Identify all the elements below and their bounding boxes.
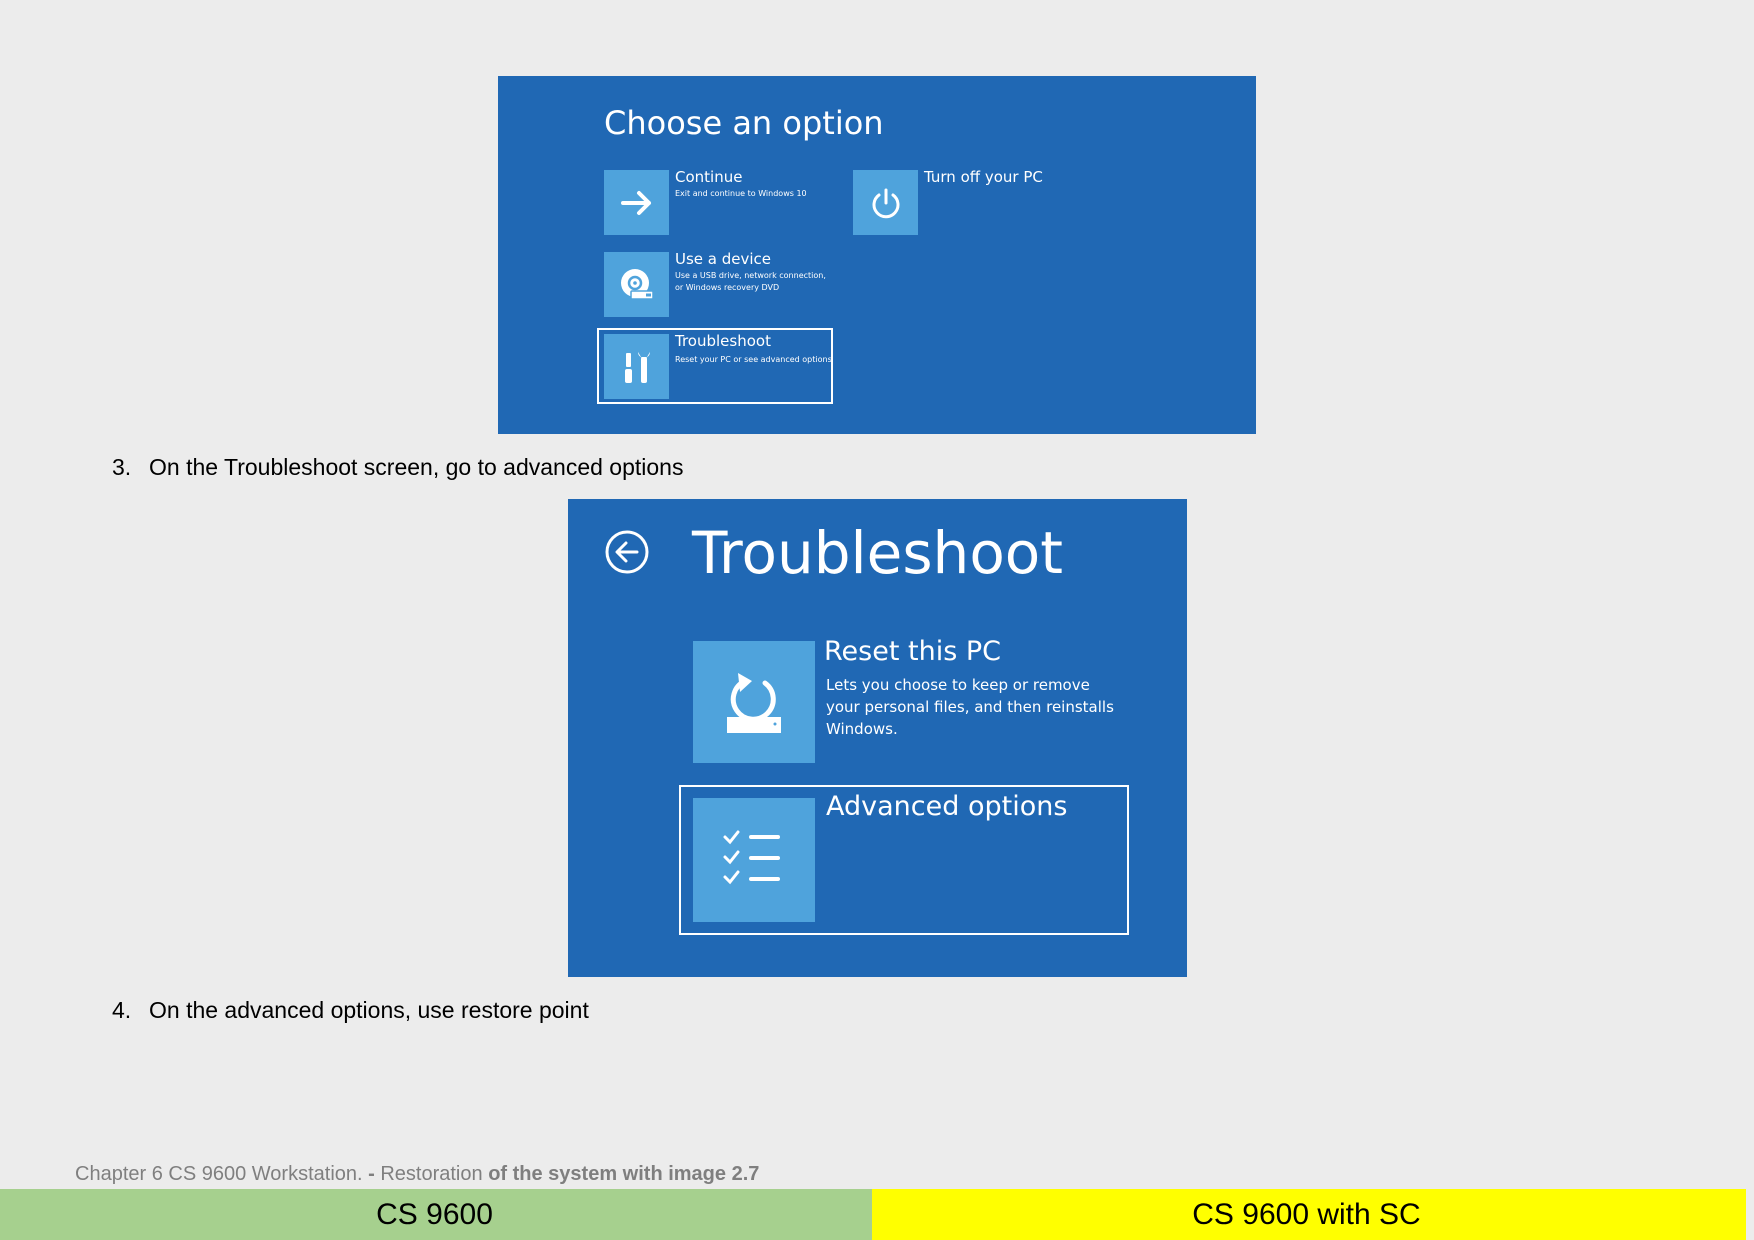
troubleshoot-page-title: Troubleshoot <box>692 519 1064 587</box>
continue-tile[interactable] <box>604 170 669 235</box>
reset-pc-desc-line2: your personal files, and then reinstalls <box>826 698 1114 716</box>
arrow-right-icon <box>620 190 651 215</box>
chapter-bold: of the system with image 2.7 <box>488 1163 760 1185</box>
step-4-number: 4. <box>112 997 132 1023</box>
reset-pc-desc-line1: Lets you choose to keep or remove <box>826 676 1090 694</box>
step-3-text: On the Troubleshoot screen, go to advanc… <box>149 454 684 480</box>
reset-pc-tile[interactable] <box>693 641 815 763</box>
troubleshoot-title: Troubleshoot <box>675 332 771 350</box>
use-device-desc-line2: or Windows recovery DVD <box>675 283 780 292</box>
footer-band-right-label: CS 9600 with SC <box>1192 1197 1421 1231</box>
footer-band-right: CS 9600 with SC <box>872 1189 1746 1240</box>
turn-off-title: Turn off your PC <box>924 168 1043 186</box>
disc-drive-icon <box>620 268 654 300</box>
footer-band-left-label: CS 9600 <box>376 1197 493 1231</box>
checklist-icon <box>723 830 780 885</box>
chapter-mid: Restoration <box>380 1163 489 1185</box>
turn-off-tile[interactable] <box>853 170 918 235</box>
reset-icon <box>727 673 781 733</box>
chapter-dash: - <box>368 1163 381 1185</box>
step-4-text: On the advanced options, use restore poi… <box>149 997 589 1023</box>
troubleshoot-screenshot: Troubleshoot Reset this PC Lets you choo… <box>568 499 1187 977</box>
use-device-tile[interactable] <box>604 252 669 317</box>
use-device-title: Use a device <box>675 250 772 268</box>
advanced-options-tile[interactable] <box>693 798 815 922</box>
choose-option-title: Choose an option <box>604 104 884 142</box>
chapter-footer: Chapter 6 CS 9600 Workstation. - Restora… <box>75 1163 759 1186</box>
troubleshoot-tile[interactable] <box>604 334 669 399</box>
tools-icon <box>624 351 650 383</box>
advanced-options-title: Advanced options <box>826 791 1068 822</box>
power-icon <box>872 188 899 218</box>
troubleshoot-desc: Reset your PC or see advanced options <box>675 355 832 364</box>
continue-desc: Exit and continue to Windows 10 <box>675 189 807 198</box>
use-device-desc-line1: Use a USB drive, network connection, <box>675 271 826 280</box>
footer-band-left: CS 9600 <box>0 1189 872 1240</box>
reset-pc-desc-line3: Windows. <box>826 720 898 738</box>
back-arrow-icon[interactable] <box>603 528 651 576</box>
continue-title: Continue <box>675 168 743 186</box>
chapter-prefix: Chapter 6 CS 9600 Workstation. <box>75 1163 369 1185</box>
step-3-number: 3. <box>112 454 132 480</box>
reset-pc-title: Reset this PC <box>824 636 1001 667</box>
choose-option-screenshot: Choose an option Continue Exit and conti… <box>498 76 1256 434</box>
